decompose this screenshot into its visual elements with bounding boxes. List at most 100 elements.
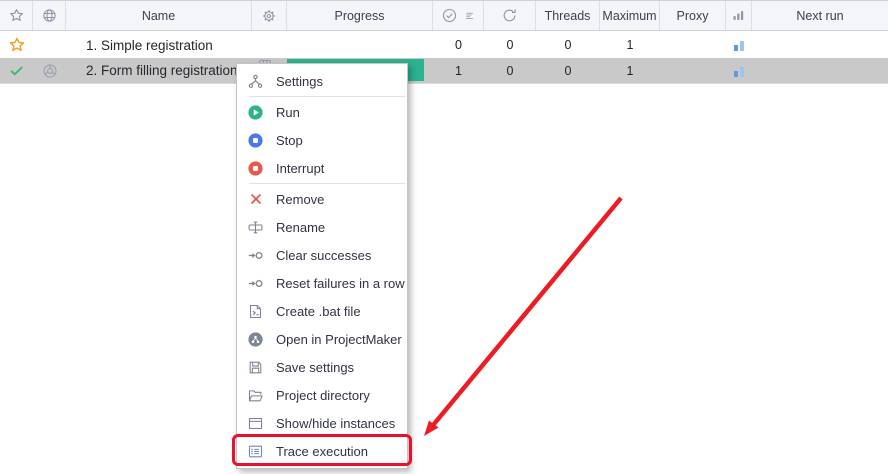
hierarchy-icon [247, 73, 264, 90]
column-header-profile[interactable] [33, 1, 66, 30]
menu-item-project-directory[interactable]: Project directory [237, 381, 407, 409]
remove-icon [248, 191, 264, 207]
maximum-value: 1 [600, 58, 660, 83]
menu-item-interrupt[interactable]: Interrupt [237, 154, 407, 182]
menu-item-label: Clear successes [276, 248, 371, 263]
star-icon [8, 7, 25, 24]
menu-item-label: Trace execution [276, 444, 368, 459]
menu-item-settings[interactable]: Settings [237, 67, 407, 95]
menu-item-run[interactable]: Run [237, 98, 407, 126]
save-icon [247, 359, 264, 376]
menu-item-label: Run [276, 105, 300, 120]
arrow-zero-icon [247, 275, 264, 292]
context-menu: Settings Run Stop Interrupt Remove Renam… [236, 63, 408, 469]
project-name: 1. Simple registration [86, 38, 213, 53]
menu-item-label: Remove [276, 192, 324, 207]
restarts-value: 0 [484, 32, 536, 58]
column-label: Threads [545, 9, 591, 23]
profile-cell [33, 32, 66, 58]
gear-icon [261, 8, 277, 24]
maximum-value: 1 [600, 32, 660, 58]
projectmaker-icon [247, 331, 264, 348]
table-header: Name Progress Threads Maximum Proxy Next… [0, 0, 888, 31]
window-icon [247, 415, 264, 432]
menu-item-reset-failures[interactable]: Reset failures in a row [237, 269, 407, 297]
project-name: 2. Form filling registration [86, 63, 238, 78]
menu-item-label: Project directory [276, 388, 370, 403]
menu-item-stop[interactable]: Stop [237, 126, 407, 154]
arrow-zero-icon [247, 247, 264, 264]
menu-item-show-hide-instances[interactable]: Show/hide instances [237, 409, 407, 437]
check-circle-icon [441, 7, 458, 24]
menu-item-create-bat[interactable]: Create .bat file [237, 297, 407, 325]
successes-value: 1 [433, 58, 484, 83]
threads-value: 0 [536, 32, 600, 58]
menu-item-label: Save settings [276, 360, 354, 375]
column-label: Maximum [602, 9, 656, 23]
menu-item-label: Show/hide instances [276, 416, 395, 431]
restarts-value: 0 [484, 58, 536, 83]
app-window: Name Progress Threads Maximum Proxy Next… [0, 0, 888, 474]
next-run-cell [752, 58, 888, 83]
settings-cell [252, 32, 287, 58]
column-header-next-run[interactable]: Next run [752, 1, 888, 30]
column-header-restarts[interactable] [484, 1, 536, 30]
column-header-favorite[interactable] [0, 1, 33, 30]
menu-item-label: Settings [276, 74, 323, 89]
rename-icon [247, 219, 264, 236]
menu-item-label: Stop [276, 133, 303, 148]
menu-item-rename[interactable]: Rename [237, 213, 407, 241]
proxy-cell [660, 32, 726, 58]
bat-file-icon [247, 303, 264, 320]
column-label: Proxy [677, 9, 709, 23]
refresh-icon [501, 7, 518, 24]
progress-cell [287, 32, 433, 58]
check-icon [9, 63, 25, 79]
bar-chart-icon [731, 8, 746, 23]
profile-cell[interactable] [33, 58, 66, 83]
column-header-proxy[interactable]: Proxy [660, 1, 726, 30]
stop-icon [247, 132, 264, 149]
column-header-progress[interactable]: Progress [287, 1, 433, 30]
statistics-cell[interactable] [726, 32, 752, 58]
menu-item-remove[interactable]: Remove [237, 185, 407, 213]
star-icon [8, 36, 26, 54]
column-header-maximum[interactable]: Maximum [600, 1, 660, 30]
sort-bars-icon [464, 10, 476, 22]
mini-bar-chart-icon [732, 38, 746, 52]
statistics-cell[interactable] [726, 58, 752, 83]
table-row[interactable]: 1. Simple registration 0 0 0 1 [0, 32, 888, 58]
column-header-successes[interactable] [433, 1, 484, 30]
column-header-name[interactable]: Name [66, 1, 252, 30]
menu-item-label: Open in ProjectMaker [276, 332, 402, 347]
globe-icon [41, 7, 58, 24]
menu-item-label: Interrupt [276, 161, 324, 176]
menu-item-trace-execution[interactable]: Trace execution [237, 437, 407, 465]
menu-separator [249, 183, 405, 184]
menu-item-clear-successes[interactable]: Clear successes [237, 241, 407, 269]
status-cell[interactable] [0, 58, 33, 83]
column-header-statistics[interactable] [726, 1, 752, 30]
column-label: Next run [796, 9, 843, 23]
menu-item-label: Rename [276, 220, 325, 235]
project-name-cell: 2. Form filling registration [66, 58, 252, 83]
table-row-selected[interactable]: 2. Form filling registration 1 0 0 1 [0, 58, 888, 84]
interrupt-icon [247, 160, 264, 177]
favorite-cell[interactable] [0, 32, 33, 58]
trace-list-icon [247, 443, 264, 460]
run-icon [247, 104, 264, 121]
menu-item-open-projectmaker[interactable]: Open in ProjectMaker [237, 325, 407, 353]
column-header-settings[interactable] [252, 1, 287, 30]
project-name-cell: 1. Simple registration [66, 32, 252, 58]
column-header-threads[interactable]: Threads [536, 1, 600, 30]
folder-icon [247, 387, 264, 404]
column-label: Progress [334, 9, 384, 23]
menu-separator [249, 96, 405, 97]
menu-item-label: Create .bat file [276, 304, 361, 319]
menu-item-save-settings[interactable]: Save settings [237, 353, 407, 381]
threads-value: 0 [536, 58, 600, 83]
successes-value: 0 [433, 32, 484, 58]
proxy-cell [660, 58, 726, 83]
column-label: Name [142, 9, 175, 23]
browser-profile-icon [41, 62, 59, 80]
